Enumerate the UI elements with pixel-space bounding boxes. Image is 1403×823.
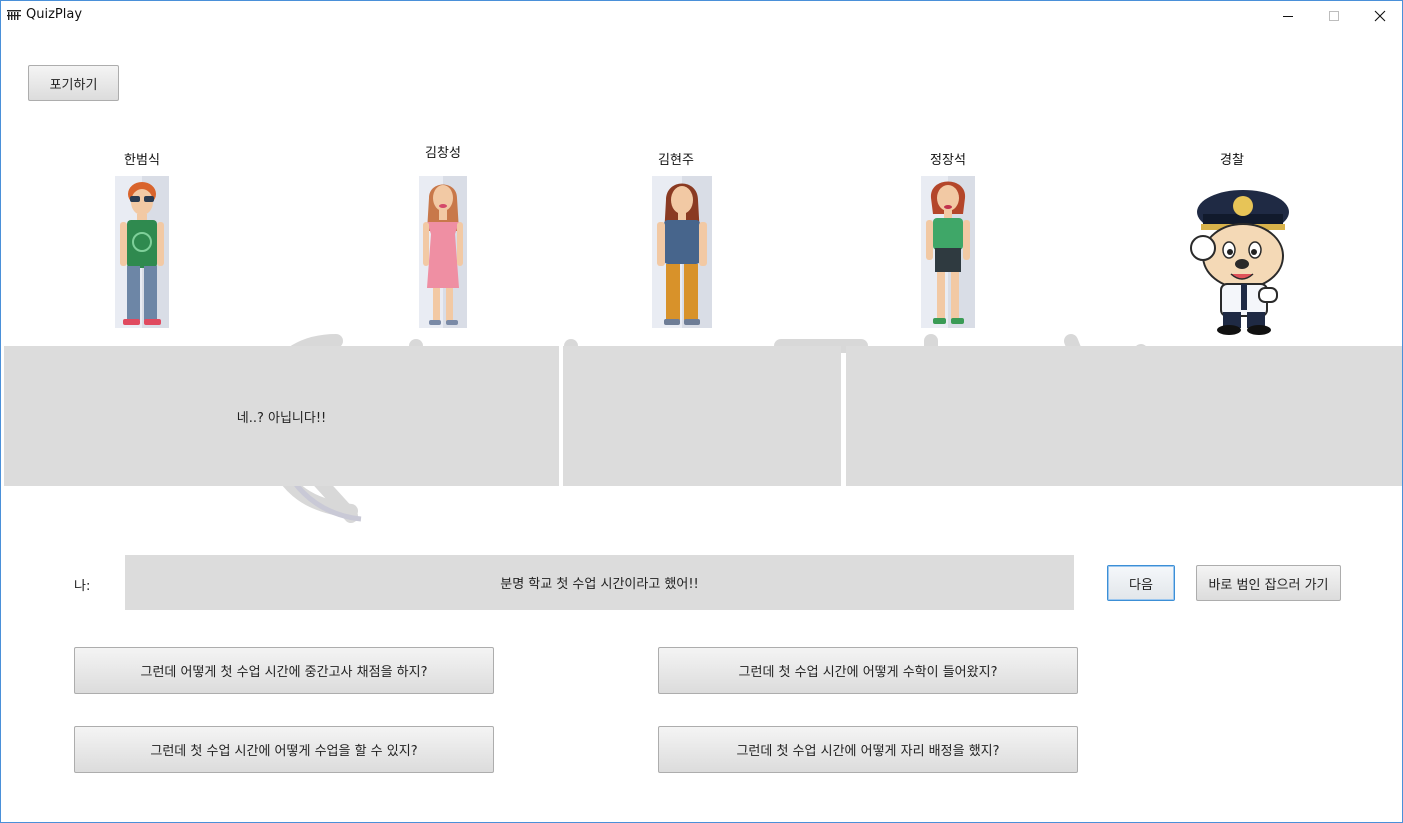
give-up-label: 포기하기 (49, 77, 98, 93)
man-sunglasses-icon (115, 176, 169, 328)
maximize-icon (1329, 11, 1339, 21)
choice-button-4[interactable]: 그런데 첫 수업 시간에 어떻게 자리 배정을 했지? (658, 726, 1078, 773)
next-button[interactable]: 다음 (1107, 565, 1175, 601)
next-label: 다음 (1129, 577, 1153, 593)
close-icon (1374, 10, 1386, 22)
character-name-1: 한범식 (124, 153, 160, 168)
character-name-2: 김창성 (425, 146, 461, 161)
choice-label-4: 그런데 첫 수업 시간에 어떻게 자리 배정을 했지? (736, 744, 1000, 759)
choice-button-1[interactable]: 그런데 어떻게 첫 수업 시간에 중간고사 채점을 하지? (74, 647, 494, 694)
character-name-5: 경찰 (1220, 153, 1244, 168)
quizplay-window: QuizPlay 포기하기 한범식 김창성 김현주 정장석 경찰 네..? 아닙… (0, 0, 1403, 823)
maximize-button[interactable] (1311, 1, 1357, 31)
minimize-button[interactable] (1265, 1, 1311, 31)
my-statement-text: 분명 학교 첫 수업 시간이라고 했어!! (500, 577, 699, 592)
close-button[interactable] (1357, 1, 1402, 31)
character-name-3: 김현주 (658, 153, 694, 168)
choice-button-3[interactable]: 그런데 첫 수업 시간에 어떻게 수업을 할 수 있지? (74, 726, 494, 773)
choice-label-3: 그런데 첫 수업 시간에 어떻게 수업을 할 수 있지? (150, 744, 418, 759)
speech-panel-3 (846, 346, 1402, 486)
woman-blue-shirt-icon (652, 176, 712, 328)
woman-green-top-icon (921, 176, 975, 328)
speech-panel-2 (563, 346, 841, 486)
choice-label-1: 그런데 어떻게 첫 수업 시간에 중간고사 채점을 하지? (140, 665, 428, 680)
arrest-culprit-button[interactable]: 바로 범인 잡으러 가기 (1196, 565, 1341, 601)
give-up-button[interactable]: 포기하기 (28, 65, 119, 101)
choice-button-2[interactable]: 그런데 첫 수업 시간에 어떻게 수학이 들어왔지? (658, 647, 1078, 694)
choice-label-2: 그런데 첫 수업 시간에 어떻게 수학이 들어왔지? (738, 665, 998, 680)
police-mascot-icon (1190, 190, 1289, 335)
arrest-culprit-label: 바로 범인 잡으러 가기 (1208, 577, 1329, 593)
minimize-icon (1283, 16, 1293, 17)
woman-pink-dress-icon (419, 176, 467, 328)
speech-panel-1: 네..? 아닙니다!! (4, 346, 559, 486)
app-icon (7, 10, 21, 20)
window-title: QuizPlay (26, 7, 83, 22)
me-label: 나: (74, 579, 91, 594)
character-name-4: 정장석 (930, 153, 966, 168)
title-bar: QuizPlay (1, 1, 1402, 31)
speech-text-1: 네..? 아닙니다!! (236, 410, 327, 426)
my-statement-box: 분명 학교 첫 수업 시간이라고 했어!! (125, 555, 1074, 610)
